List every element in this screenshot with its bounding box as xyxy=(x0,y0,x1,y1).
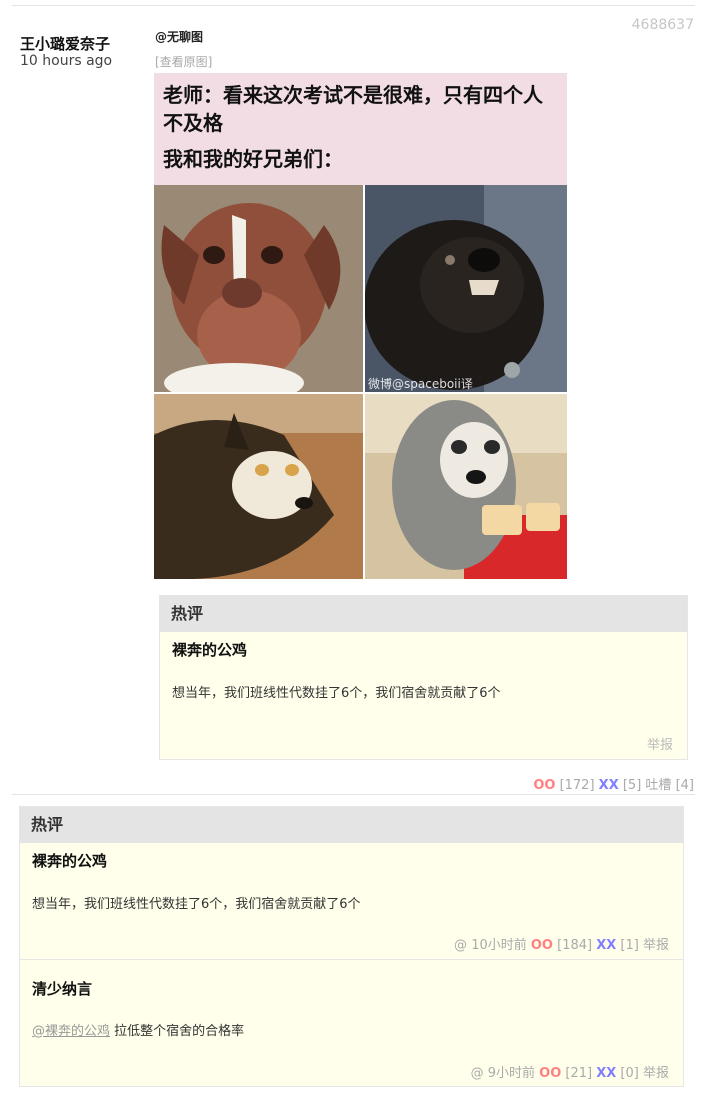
comment-time: 10小时前 xyxy=(471,938,527,953)
post-time: 10 hours ago xyxy=(20,53,113,69)
comment-author[interactable]: 裸奔的公鸡 xyxy=(32,850,107,871)
mention-link[interactable]: @裸奔的公鸡 xyxy=(32,1024,110,1039)
report-link[interactable]: 举报 xyxy=(643,938,669,953)
xx-count: [5] xyxy=(622,778,642,793)
comment-meta: @ 10小时前 OO [184] XX [1] 举报 xyxy=(454,934,669,953)
view-original-link[interactable]: [查看原图] xyxy=(155,53,212,70)
oo-button[interactable]: OO xyxy=(539,1066,561,1081)
image-caption-line1: 老师：看来这次考试不是很难，只有四个人 xyxy=(163,83,543,107)
top-divider xyxy=(12,5,695,6)
oo-button[interactable]: OO xyxy=(531,938,553,953)
comment-body: 拉低整个宿舍的合格率 xyxy=(114,1024,245,1039)
tucao-count: [4] xyxy=(675,778,694,793)
comment-text: @裸奔的公鸡 拉低整个宿舍的合格率 xyxy=(32,1020,244,1039)
image-caption-line3: 我和我的好兄弟们： xyxy=(163,147,343,171)
comment-author[interactable]: 清少纳言 xyxy=(32,978,92,999)
dog-photo-grid xyxy=(154,185,567,579)
report-link[interactable]: 举报 xyxy=(643,1066,669,1081)
post-image[interactable]: 老师：看来这次考试不是很难，只有四个人 不及格 我和我的好兄弟们： 微博@spa… xyxy=(154,73,567,579)
comment-meta: @ 9小时前 OO [21] XX [0] 举报 xyxy=(471,1062,669,1081)
oo-count: [184] xyxy=(557,938,593,953)
hot-comment-author[interactable]: 裸奔的公鸡 xyxy=(172,639,247,660)
oo-count: [21] xyxy=(565,1066,593,1081)
xx-button[interactable]: XX xyxy=(596,938,616,953)
comments-header: 热评 xyxy=(20,807,683,843)
comments-section: 热评 裸奔的公鸡 想当年，我们班线性代数挂了6个，我们宿舍就贡献了6个 @ 10… xyxy=(19,806,684,1087)
post-author[interactable]: 王小璐爱奈子 xyxy=(20,33,110,54)
image-watermark: 微博@spaceboii译 xyxy=(368,377,473,391)
xx-button[interactable]: XX xyxy=(599,778,619,793)
hot-comment-report-link[interactable]: 举报 xyxy=(647,734,673,753)
image-caption-line2: 不及格 xyxy=(163,111,223,135)
post-hot-comment: 热评 裸奔的公鸡 想当年，我们班线性代数挂了6个，我们宿舍就贡献了6个 举报 xyxy=(159,595,688,760)
xx-count: [1] xyxy=(620,938,639,953)
hot-comment-text: 想当年，我们班线性代数挂了6个，我们宿舍就贡献了6个 xyxy=(172,686,501,701)
oo-button[interactable]: OO xyxy=(533,778,555,793)
xx-count: [0] xyxy=(620,1066,639,1081)
post-tag: @无聊图 xyxy=(155,30,204,44)
oo-count: [172] xyxy=(559,778,595,793)
post-divider xyxy=(12,794,695,795)
comment-time: 9小时前 xyxy=(487,1066,536,1081)
comment-text: 想当年，我们班线性代数挂了6个，我们宿舍就贡献了6个 xyxy=(32,897,361,912)
tucao-button[interactable]: 吐槽 xyxy=(645,778,671,793)
comment-divider xyxy=(20,959,683,960)
post-vote-bar: OO [172] XX [5] 吐槽 [4] xyxy=(533,774,694,793)
xx-button[interactable]: XX xyxy=(596,1066,616,1081)
post-hot-header: 热评 xyxy=(160,596,687,632)
reply-at-button[interactable]: @ xyxy=(471,1066,484,1081)
reply-at-button[interactable]: @ xyxy=(454,938,467,953)
post-id[interactable]: 4688637 xyxy=(632,17,694,33)
